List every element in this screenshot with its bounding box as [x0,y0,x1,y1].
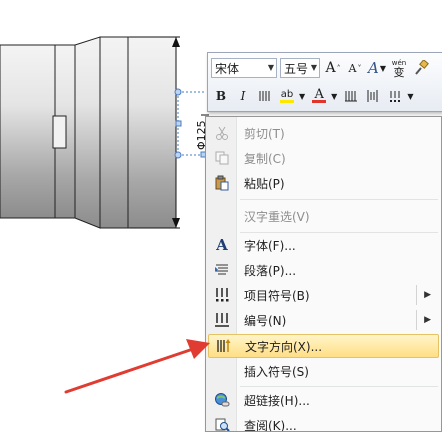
menu-separator [240,386,438,387]
menu-item-label: 项目符号(B) [244,288,310,303]
justify-icon [345,91,358,102]
highlight-color-bar [280,99,294,103]
phonetic-guide-char: 变 [393,66,405,79]
chevron-down-icon: ▼ [267,63,274,72]
context-menu: 剪切(T) 复制(C) 粘贴(P) 汉字重选(V) A 字体(F)... 段落(… [205,116,442,432]
menu-item-label: 汉字重选(V) [244,209,310,224]
font-icon: A [216,236,228,254]
font-size-value: 五号 [284,61,309,76]
font-name-combo[interactable]: 宋体 ▼ [211,58,277,78]
menu-item-text-direction[interactable]: 文字方向(X)... [208,334,439,358]
mini-toolbar: 宋体 ▼ 五号 ▼ A ˄ A ˅ A ▼ wén 变 B I ab ▼ A ▼… [207,52,442,112]
lookup-icon [212,415,232,431]
menu-item-cut[interactable]: 剪切(T) [208,121,439,145]
menu-item-reconvert[interactable]: 汉字重选(V) [208,204,439,228]
paste-icon [212,173,232,193]
grow-font-icon: A [325,60,336,76]
menu-item-hyperlink[interactable]: 超链接(H)... [208,388,439,412]
distributed-icon [367,90,378,102]
bullets-toolbar-button[interactable] [385,86,405,106]
menu-item-lookup[interactable]: 查阅(K)... [208,413,439,432]
menu-item-label: 文字方向(X)... [245,339,323,354]
submenu-divider [416,310,417,330]
copy-icon [212,148,232,168]
menu-item-label: 剪切(T) [244,126,285,141]
menu-item-label: 复制(C) [244,151,286,166]
bold-icon: B [215,89,227,103]
bold-button[interactable]: B [211,86,231,106]
menu-item-copy[interactable]: 复制(C) [208,146,439,170]
numbering-icon [212,310,232,330]
menu-item-label: 字体(F)... [244,238,296,253]
bullets-icon [390,91,401,102]
menu-item-paste[interactable]: 粘贴(P) [208,171,439,195]
grow-font-button[interactable]: A ˄ [323,58,343,78]
menu-item-paragraph[interactable]: 段落(P)... [208,258,439,282]
chevron-down-icon: ▼ [310,63,317,72]
brush-icon [415,60,429,75]
menu-item-label: 超链接(H)... [244,393,310,408]
font-color-button[interactable]: A [309,86,329,106]
shrink-font-button[interactable]: A ˅ [345,58,365,78]
align-center-icon [259,91,270,101]
format-painter-button[interactable] [411,58,431,78]
menu-item-label: 插入符号(S) [244,364,309,379]
highlight-icon: ab [280,88,294,100]
menu-item-label: 粘贴(P) [244,176,285,191]
paragraph-icon [212,260,232,280]
hyperlink-icon [212,390,232,410]
align-center-button[interactable] [255,86,275,106]
phonetic-guide-button[interactable]: wén 变 [389,58,409,78]
italic-button[interactable]: I [233,86,253,106]
menu-item-bullets[interactable]: 项目符号(B) ▶ [208,283,439,307]
submenu-divider [416,285,417,305]
font-name-value: 宋体 [215,61,240,76]
menu-item-label: 段落(P)... [244,263,297,278]
menu-item-numbering[interactable]: 编号(N) ▶ [208,308,439,332]
font-color-icon: A [314,87,324,102]
menu-item-font[interactable]: A 字体(F)... [208,233,439,257]
highlight-button[interactable]: ab [277,86,297,106]
styles-icon: A [368,59,379,77]
shrink-font-icon: A [348,61,357,75]
styles-button[interactable]: A ▼ [367,58,387,78]
text-direction-icon [213,336,233,356]
bullets-icon [212,285,232,305]
menu-separator [240,199,438,200]
distributed-button[interactable] [363,86,383,106]
shaft-part [0,36,177,229]
chevron-right-icon[interactable]: ▶ [424,315,431,325]
italic-icon: I [240,89,246,103]
chevron-right-icon[interactable]: ▶ [424,290,431,300]
align-justify-button[interactable] [341,86,361,106]
menu-item-label: 编号(N) [244,313,287,328]
font-color-bar [312,100,327,103]
menu-item-insert-symbol[interactable]: 插入符号(S) [208,359,439,383]
font-size-combo[interactable]: 五号 ▼ [280,58,320,78]
menu-item-label: 查阅(K)... [244,418,297,432]
scissors-icon [212,123,232,143]
